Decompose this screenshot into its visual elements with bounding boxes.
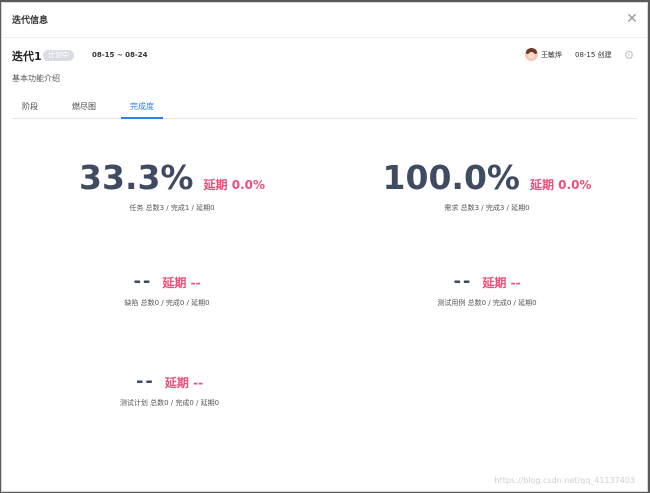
metric-task-main: 33.3% 延期 0.0% [72, 158, 272, 197]
metric-test-case-delay: 延期 -- [482, 276, 521, 290]
iteration-description: 基本功能介绍 [12, 74, 60, 83]
metric-bug-delay: 延期 -- [162, 276, 201, 290]
metric-bug-sub: 缺陷 总数0 / 完成0 / 延期0 [124, 299, 210, 307]
iteration-header: 迭代1 计划中 08-15 ~ 08-24 王敏烨 08-15 创建 ⚙ [12, 46, 635, 66]
created-date: 08-15 创建 [575, 51, 612, 59]
metric-test-plan-main: -- 延期 -- [87, 371, 252, 392]
metric-test-plan: -- 延期 -- 测试计划 总数0 / 完成0 / 延期0 [87, 371, 252, 408]
metric-test-plan-sub: 测试计划 总数0 / 完成0 / 延期0 [119, 399, 220, 407]
metric-task-value: 33.3% [79, 158, 194, 197]
metric-bug-value: -- [133, 271, 153, 292]
metric-test-case-main: -- 延期 -- [402, 271, 572, 292]
status-badge: 计划中 [43, 50, 74, 61]
metric-test-case: -- 延期 -- 测试用例 总数0 / 完成0 / 延期0 [402, 271, 572, 308]
metric-requirement-main: 100.0% 延期 0.0% [377, 158, 597, 197]
metric-requirement-delay: 延期 0.0% [529, 178, 592, 192]
metric-bug-main: -- 延期 -- [92, 271, 242, 292]
metric-test-plan-value: -- [135, 371, 155, 392]
avatar-face [528, 52, 535, 59]
metric-requirement-sub: 需求 总数3 / 完成3 / 延期0 [444, 204, 530, 212]
metric-task-delay: 延期 0.0% [203, 178, 265, 192]
iteration-info-dialog: 迭代信息 ✕ 迭代1 计划中 08-15 ~ 08-24 王敏烨 08-15 创… [1, 2, 648, 492]
dialog-header: 迭代信息 ✕ [2, 3, 647, 38]
metric-test-case-sub: 测试用例 总数0 / 完成0 / 延期0 [437, 299, 537, 307]
close-icon[interactable]: ✕ [625, 12, 639, 26]
dialog-title: 迭代信息 [12, 16, 49, 26]
metric-test-plan-delay: 延期 -- [164, 376, 204, 390]
metric-task-sub: 任务 总数3 / 完成1 / 延期0 [129, 204, 215, 212]
metric-requirement: 100.0% 延期 0.0% 需求 总数3 / 完成3 / 延期0 [377, 158, 597, 213]
tab-burndown[interactable]: 燃尽图 [72, 101, 96, 117]
creator-name: 王敏烨 [541, 51, 562, 59]
watermark: https://blog.csdn.net/qq_41137403 [494, 476, 635, 485]
tabs: 阶段 燃尽图 完成度 [12, 97, 637, 119]
metric-bug: -- 延期 -- 缺陷 总数0 / 完成0 / 延期0 [92, 271, 242, 308]
creator-info: 王敏烨 08-15 创建 ⚙ [525, 47, 635, 63]
tab-stage[interactable]: 阶段 [22, 101, 38, 117]
gear-icon[interactable]: ⚙ [623, 49, 635, 61]
metric-task: 33.3% 延期 0.0% 任务 总数3 / 完成1 / 延期0 [72, 158, 272, 213]
metric-test-case-value: -- [453, 271, 473, 292]
avatar [525, 48, 538, 61]
tab-completion[interactable]: 完成度 [121, 101, 163, 119]
iteration-name: 迭代1 [12, 50, 42, 63]
iteration-date-range: 08-15 ~ 08-24 [92, 51, 148, 59]
metric-requirement-value: 100.0% [382, 158, 520, 197]
